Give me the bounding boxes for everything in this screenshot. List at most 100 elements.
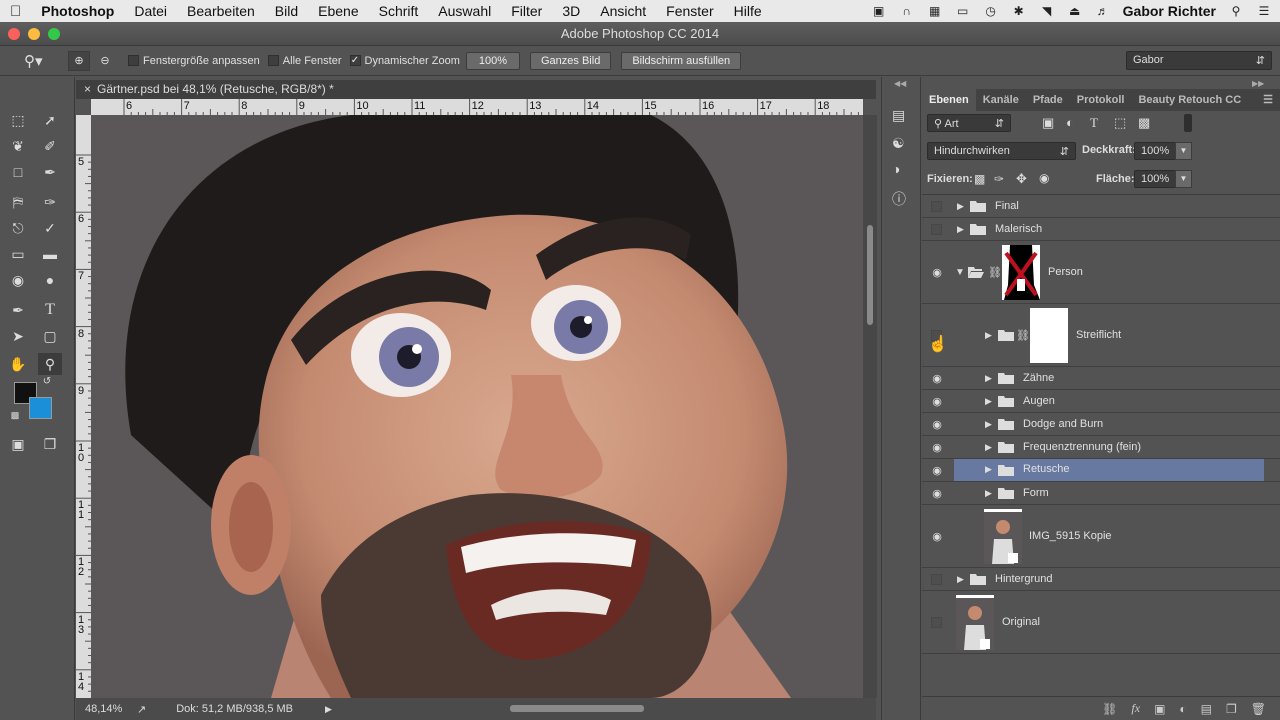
menu-auswahl[interactable]: Auswahl	[428, 3, 501, 19]
filter-adjustment-icon[interactable]: ◐	[1066, 115, 1074, 130]
layer-row-person[interactable]: ◉ ▼ ⛓ Person	[922, 241, 1280, 304]
swap-colors-icon[interactable]: ↺	[40, 375, 54, 387]
menu-hilfe[interactable]: Hilfe	[724, 3, 772, 19]
link-icon[interactable]: ⛓	[988, 266, 1002, 279]
new-group-icon[interactable]: ▤	[1201, 702, 1212, 716]
filter-pixel-icon[interactable]: ▣	[1042, 115, 1054, 131]
time-machine-icon[interactable]: ◷	[983, 4, 999, 18]
zoom-tool-preset-icon[interactable]: ⚲▾	[24, 52, 54, 70]
eye-icon[interactable]: ◉	[930, 530, 944, 543]
close-document-icon[interactable]: ×	[84, 82, 91, 96]
visibility-toggle[interactable]	[931, 573, 942, 585]
tab-pfade[interactable]: Pfade	[1026, 89, 1070, 111]
expand-arrow-icon[interactable]: ▶	[985, 419, 992, 430]
close-window-button[interactable]	[8, 28, 20, 40]
volume-icon[interactable]: ♬	[1095, 4, 1111, 18]
vertical-scrollbar[interactable]	[863, 115, 877, 698]
layer-row-augen[interactable]: ◉ ▶ Augen	[922, 390, 1280, 413]
layer-row-final[interactable]: ▶ Final	[922, 195, 1280, 218]
eye-icon[interactable]: ◉	[930, 395, 944, 408]
gradient-tool-icon[interactable]: ▬	[38, 243, 62, 265]
tab-ebenen[interactable]: Ebenen	[922, 89, 976, 111]
dodge-tool-icon[interactable]: ●	[38, 269, 62, 291]
status-menu-arrow-icon[interactable]: ▶	[325, 704, 332, 715]
history-brush-tool-icon[interactable]: ✓	[38, 217, 62, 239]
delete-layer-icon[interactable]: 🗑	[1251, 702, 1266, 716]
filter-shape-icon[interactable]: ⬚	[1114, 115, 1126, 131]
lock-pixels-icon[interactable]: ✑	[994, 172, 1004, 186]
move-tool-icon[interactable]: ➚	[38, 109, 62, 131]
fill-screen-button[interactable]: Bildschirm ausfüllen	[621, 51, 742, 70]
filter-toggle-switch[interactable]	[1184, 114, 1192, 132]
all-windows-option[interactable]: Alle Fenster	[267, 55, 342, 67]
marquee-tool-icon[interactable]: ⬚	[6, 109, 30, 131]
wifi-icon[interactable]: ◥	[1039, 4, 1055, 18]
eye-icon[interactable]: ◉	[930, 464, 944, 477]
add-mask-icon[interactable]: ▣	[1154, 702, 1165, 716]
menu-bild[interactable]: Bild	[265, 3, 308, 19]
menu-fenster[interactable]: Fenster	[656, 3, 723, 19]
fit-window-option[interactable]: Fenstergröße anpassen	[128, 55, 260, 67]
lasso-tool-icon[interactable]: ❦	[6, 135, 30, 157]
collapse-arrow-icon[interactable]: ▼	[955, 267, 965, 278]
default-colors-icon[interactable]: ▩	[8, 409, 22, 421]
zoom-level[interactable]: 48,14%	[85, 703, 133, 715]
horizontal-scroll-thumb[interactable]	[510, 705, 644, 712]
document-tab[interactable]: × Gärtner.psd bei 48,1% (Retusche, RGB/8*…	[76, 80, 876, 99]
fit-window-checkbox[interactable]	[128, 55, 139, 66]
layer-row-streiflicht[interactable]: ▶ ⛓ Streiflicht ☝	[922, 304, 1280, 367]
tab-kanaele[interactable]: Kanäle	[976, 89, 1026, 111]
expand-arrow-icon[interactable]: ▶	[957, 574, 964, 585]
layer-row-dodge-and-burn[interactable]: ◉ ▶ Dodge and Burn	[922, 413, 1280, 436]
crop-tool-icon[interactable]: □	[6, 161, 30, 183]
menu-ansicht[interactable]: Ansicht	[590, 3, 656, 19]
eye-icon[interactable]: ◉	[930, 418, 944, 431]
notification-center-icon[interactable]: ☰	[1256, 4, 1272, 18]
camera-icon[interactable]: ▣	[871, 4, 887, 18]
layer-filter-select[interactable]: ⚲ Art ⇵	[927, 114, 1011, 132]
eye-icon[interactable]: ◉	[930, 266, 944, 279]
all-windows-checkbox[interactable]	[267, 55, 279, 66]
quick-mask-icon[interactable]: ▣	[6, 433, 30, 455]
layer-row-malerisch[interactable]: ▶ Malerisch	[922, 218, 1280, 241]
dock-collapse-icon[interactable]: ◀◀	[894, 79, 906, 88]
healing-brush-tool-icon[interactable]: ⛿	[6, 191, 30, 213]
visibility-toggle[interactable]	[931, 616, 942, 628]
type-tool-icon[interactable]: T	[38, 299, 62, 321]
layer-thumbnail[interactable]	[984, 509, 1022, 564]
filter-smart-object-icon[interactable]: ▩	[1138, 115, 1150, 131]
info-icon[interactable]: ⓘ	[892, 189, 906, 209]
eject-icon[interactable]: ⏏	[1067, 4, 1083, 18]
link-icon[interactable]: ⛓	[1016, 329, 1030, 342]
zoom-tool-icon[interactable]: ⚲	[38, 353, 62, 375]
background-color-swatch[interactable]	[29, 397, 52, 419]
adjustments-icon[interactable]: ◑	[892, 161, 900, 177]
visibility-toggle[interactable]	[931, 223, 942, 235]
expand-arrow-icon[interactable]: ▶	[985, 396, 992, 407]
expand-arrow-icon[interactable]: ▶	[985, 464, 992, 475]
quick-selection-tool-icon[interactable]: ✐	[38, 135, 62, 157]
hd-icon[interactable]: ▦	[927, 4, 943, 18]
layer-row-img-5915-kopie[interactable]: ◉ IMG_5915 Kopie	[922, 505, 1280, 568]
menu-schrift[interactable]: Schrift	[369, 3, 429, 19]
eyedropper-tool-icon[interactable]: ✒	[38, 161, 62, 183]
brush-tool-icon[interactable]: ✑	[38, 191, 62, 213]
clone-stamp-tool-icon[interactable]: ⎋	[6, 217, 30, 239]
layer-row-form[interactable]: ◉ ▶ Form	[922, 482, 1280, 505]
menu-ebene[interactable]: Ebene	[308, 3, 368, 19]
fit-screen-button[interactable]: Ganzes Bild	[530, 51, 612, 70]
link-layers-icon[interactable]: ⛓	[1102, 702, 1117, 716]
screen-mode-icon[interactable]: ❐	[38, 433, 62, 455]
spotlight-search-icon[interactable]: ⚲	[1228, 4, 1244, 18]
eye-icon[interactable]: ◉	[930, 372, 944, 385]
filter-type-icon[interactable]: T	[1090, 115, 1098, 131]
histogram-icon[interactable]: ▤	[892, 107, 905, 124]
scrubby-zoom-option[interactable]: ✓ Dynamischer Zoom	[349, 55, 460, 67]
menu-filter[interactable]: Filter	[501, 3, 552, 19]
opacity-dropdown-icon[interactable]: ▼	[1175, 142, 1192, 160]
layer-style-fx-icon[interactable]: fx	[1131, 701, 1140, 716]
expand-arrow-icon[interactable]: ▶	[957, 224, 964, 235]
zoom-out-icon[interactable]: ⊖	[94, 54, 116, 67]
layer-row-retusche[interactable]: ▶ Retusche	[954, 459, 1264, 481]
lock-transparency-icon[interactable]: ▩	[974, 172, 985, 186]
